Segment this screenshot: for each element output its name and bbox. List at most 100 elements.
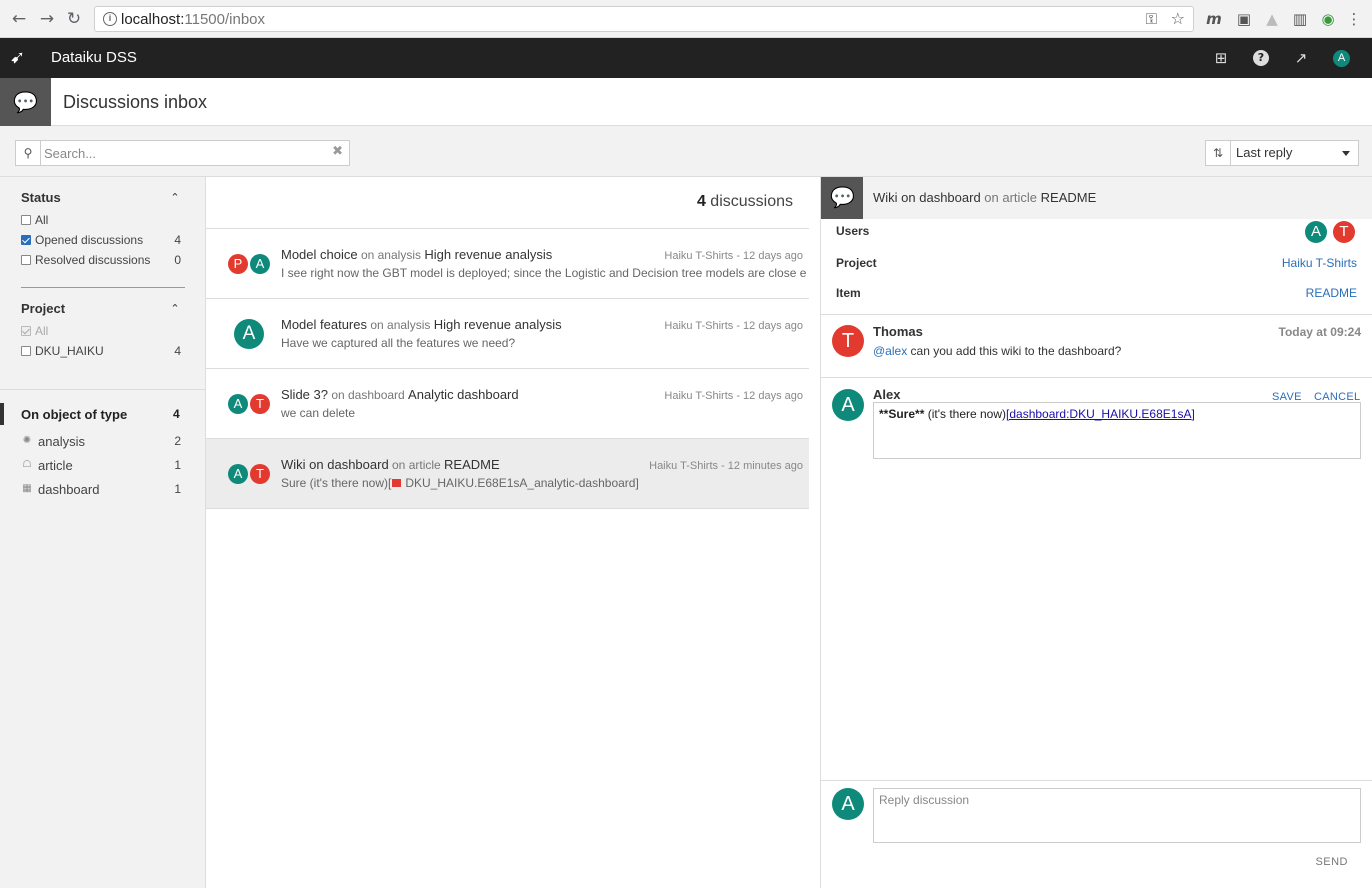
project-link[interactable]: Haiku T-Shirts (1282, 256, 1357, 270)
screenshot-extension-icon[interactable]: ▣ (1234, 9, 1254, 29)
edit-message-field[interactable]: **Sure** (it's there now)[dashboard:DKU_… (873, 402, 1361, 459)
discussion-title: Slide 3? on dashboard Analytic dashboard (281, 387, 519, 402)
extension-m-icon[interactable]: m (1204, 9, 1224, 29)
chevron-up-icon[interactable]: ⌃ (169, 303, 181, 315)
message-time: Today at 09:24 (1278, 325, 1361, 339)
object-type-text: on analysis (357, 248, 425, 262)
avatar: A (250, 254, 270, 274)
filter-count: 4 (174, 344, 181, 358)
discussion-item[interactable]: A Model features on analysis High revenu… (206, 299, 809, 369)
article-icon: ☖ (22, 459, 32, 470)
filter-panel: Status ⌃ All Opened discussions 4 Resolv… (0, 177, 206, 888)
discussion-snippet: we can delete (281, 406, 356, 420)
page-header: 💬 Discussions inbox (0, 78, 1372, 126)
clear-icon[interactable]: ✖ (332, 144, 343, 159)
object-type-filter: On object of type 4 ✺ analysis 2 ☖ artic… (0, 392, 206, 512)
address-bar[interactable]: i localhost:11500/inbox ⚿ ☆ (94, 6, 1194, 32)
item-label: Item (836, 286, 861, 300)
divider (821, 377, 1372, 378)
info-icon[interactable]: i (103, 12, 117, 26)
detail-header: 💬 Wiki on dashboard on article README (821, 177, 1372, 219)
columns-extension-icon[interactable]: ▥ (1290, 9, 1310, 29)
discussion-snippet: Sure (it's there now)[DKU_HAIKU.E68E1sA_… (281, 476, 639, 490)
discussion-meta: Haiku T-Shirts - 12 days ago (664, 320, 803, 332)
item-link[interactable]: README (1306, 286, 1357, 300)
grid-icon[interactable]: ⊞ (1211, 48, 1231, 68)
menu-icon[interactable]: ⋮ (1344, 9, 1364, 29)
reload-icon[interactable]: ↻ (64, 9, 84, 29)
caret-down-icon[interactable] (1342, 151, 1350, 156)
dashboard-icon (392, 479, 402, 487)
filter-status-all[interactable]: All (21, 212, 183, 228)
checkbox[interactable] (21, 255, 31, 265)
checkbox[interactable] (21, 215, 31, 225)
filter-status-opened[interactable]: Opened discussions 4 (21, 232, 183, 248)
chevron-up-icon[interactable]: ⌃ (169, 192, 181, 204)
project-filter-title: Project (21, 301, 66, 316)
count-number: 4 (696, 193, 706, 210)
android-extension-icon[interactable]: ◉ (1318, 9, 1338, 29)
search-input[interactable] (44, 143, 324, 163)
status-filter-title: Status (21, 190, 61, 205)
sort-selected[interactable]: Last reply (1236, 145, 1292, 160)
object-type-text: on analysis (367, 318, 434, 332)
user-avatar[interactable]: A (1333, 50, 1350, 67)
forward-icon[interactable]: → (37, 9, 57, 29)
object-type-title[interactable]: On object of type (21, 407, 127, 422)
object-type-text: on article (980, 190, 1041, 205)
mention-link[interactable]: @alex (873, 344, 907, 358)
discussion-detail: 💬 Wiki on dashboard on article README Us… (820, 177, 1372, 888)
url-host: localhost: (121, 11, 185, 28)
object-type-text: on article (388, 458, 445, 472)
title-text: Model choice (281, 247, 358, 262)
discussion-item[interactable]: A T Slide 3? on dashboard Analytic dashb… (206, 369, 809, 439)
avatar: A (832, 389, 864, 421)
app-name[interactable]: Dataiku DSS (51, 49, 137, 66)
checkbox-checked[interactable] (21, 235, 31, 245)
filter-count: 0 (174, 253, 181, 267)
filter-project-all: All (21, 323, 183, 339)
discussion-snippet: Have we captured all the features we nee… (281, 336, 516, 350)
object-type-text: on dashboard (327, 388, 409, 402)
search-box: ⚲ ✖ (15, 140, 350, 166)
drive-extension-icon[interactable]: ▲ (1262, 9, 1282, 29)
snippet-text: Sure (it's there now)[ (281, 476, 392, 490)
users-label: Users (836, 224, 870, 238)
discussion-item-selected[interactable]: A T Wiki on dashboard on article README … (206, 439, 809, 509)
reply-input[interactable] (873, 788, 1361, 843)
discussion-snippet: I see right now the GBT model is deploye… (281, 266, 807, 280)
discussion-title: Model features on analysis High revenue … (281, 317, 562, 332)
sort-icon[interactable]: ⇅ (1206, 141, 1231, 165)
sort-select[interactable]: ⇅ Last reply (1205, 140, 1359, 166)
trend-icon[interactable]: ↗ (1291, 48, 1311, 68)
type-label: dashboard (38, 482, 100, 497)
type-count: 2 (174, 434, 181, 448)
edit-text: (it's there now) (924, 407, 1007, 421)
help-icon[interactable]: ? (1253, 50, 1269, 66)
type-item-dashboard[interactable]: ▦ dashboard 1 (21, 481, 183, 499)
bird-logo-icon[interactable]: ➹ (10, 48, 34, 68)
type-label: article (38, 458, 73, 473)
avatar: A (1305, 221, 1327, 243)
filter-project-dku-haiku[interactable]: DKU_HAIKU 4 (21, 343, 183, 359)
type-item-analysis[interactable]: ✺ analysis 2 (21, 433, 183, 451)
avatar: T (832, 325, 864, 357)
checkbox[interactable] (21, 346, 31, 356)
filter-status-resolved[interactable]: Resolved discussions 0 (21, 252, 183, 268)
type-item-article[interactable]: ☖ article 1 (21, 457, 183, 475)
object-name: High revenue analysis (433, 317, 562, 332)
send-button[interactable]: SEND (1315, 856, 1348, 868)
discussion-meta: Haiku T-Shirts - 12 days ago (664, 390, 803, 402)
type-count: 1 (174, 458, 181, 472)
star-icon[interactable]: ☆ (1171, 9, 1185, 28)
title-text[interactable]: Wiki on dashboard (873, 190, 981, 205)
chat-bubbles-icon: 💬 (830, 185, 855, 209)
discussion-title: Model choice on analysis High revenue an… (281, 247, 552, 262)
back-icon[interactable]: ← (9, 9, 29, 29)
object-name: README (444, 457, 500, 472)
discussion-item[interactable]: P A Model choice on analysis High revenu… (206, 229, 809, 299)
divider (821, 314, 1372, 315)
key-icon[interactable]: ⚿ (1146, 10, 1157, 28)
avatar: T (250, 464, 270, 484)
type-label: analysis (38, 434, 85, 449)
